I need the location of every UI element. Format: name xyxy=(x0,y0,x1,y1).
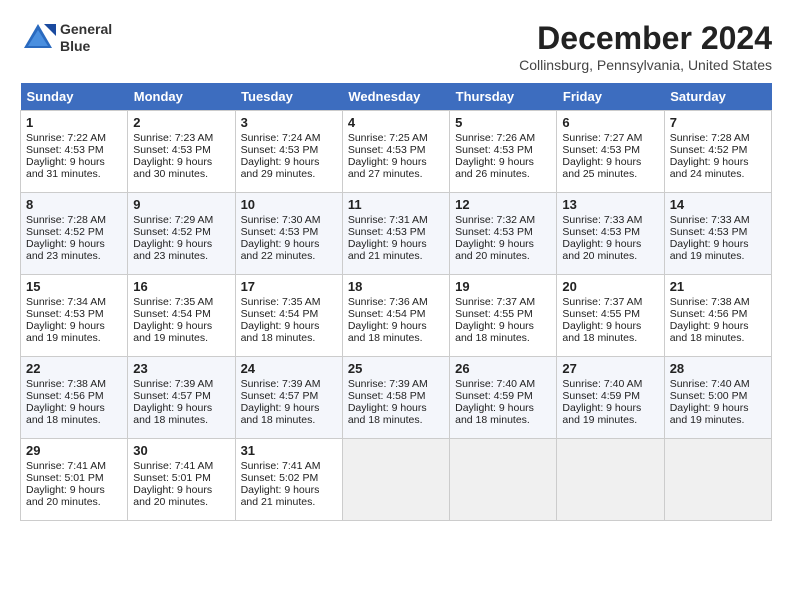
calendar-empty-cell xyxy=(664,439,771,521)
calendar-day-29: 29Sunrise: 7:41 AMSunset: 5:01 PMDayligh… xyxy=(21,439,128,521)
month-title: December 2024 xyxy=(519,20,772,57)
column-header-monday: Monday xyxy=(128,83,235,111)
calendar-day-24: 24Sunrise: 7:39 AMSunset: 4:57 PMDayligh… xyxy=(235,357,342,439)
calendar-week-4: 22Sunrise: 7:38 AMSunset: 4:56 PMDayligh… xyxy=(21,357,772,439)
calendar-day-26: 26Sunrise: 7:40 AMSunset: 4:59 PMDayligh… xyxy=(450,357,557,439)
calendar-week-2: 8Sunrise: 7:28 AMSunset: 4:52 PMDaylight… xyxy=(21,193,772,275)
calendar-day-7: 7Sunrise: 7:28 AMSunset: 4:52 PMDaylight… xyxy=(664,111,771,193)
calendar-day-19: 19Sunrise: 7:37 AMSunset: 4:55 PMDayligh… xyxy=(450,275,557,357)
calendar-day-14: 14Sunrise: 7:33 AMSunset: 4:53 PMDayligh… xyxy=(664,193,771,275)
column-header-saturday: Saturday xyxy=(664,83,771,111)
calendar-week-5: 29Sunrise: 7:41 AMSunset: 5:01 PMDayligh… xyxy=(21,439,772,521)
calendar-header-row: SundayMondayTuesdayWednesdayThursdayFrid… xyxy=(21,83,772,111)
logo: General Blue xyxy=(20,20,112,56)
logo-icon xyxy=(20,20,56,56)
calendar-day-31: 31Sunrise: 7:41 AMSunset: 5:02 PMDayligh… xyxy=(235,439,342,521)
calendar-day-9: 9Sunrise: 7:29 AMSunset: 4:52 PMDaylight… xyxy=(128,193,235,275)
calendar-day-21: 21Sunrise: 7:38 AMSunset: 4:56 PMDayligh… xyxy=(664,275,771,357)
calendar-day-18: 18Sunrise: 7:36 AMSunset: 4:54 PMDayligh… xyxy=(342,275,449,357)
calendar-empty-cell xyxy=(557,439,664,521)
header: General Blue December 2024 Collinsburg, … xyxy=(20,20,772,73)
logo-text: General Blue xyxy=(60,21,112,55)
calendar-day-1: 1Sunrise: 7:22 AMSunset: 4:53 PMDaylight… xyxy=(21,111,128,193)
column-header-thursday: Thursday xyxy=(450,83,557,111)
column-header-friday: Friday xyxy=(557,83,664,111)
column-header-sunday: Sunday xyxy=(21,83,128,111)
calendar-empty-cell xyxy=(342,439,449,521)
title-section: December 2024 Collinsburg, Pennsylvania,… xyxy=(519,20,772,73)
calendar-day-3: 3Sunrise: 7:24 AMSunset: 4:53 PMDaylight… xyxy=(235,111,342,193)
calendar-week-3: 15Sunrise: 7:34 AMSunset: 4:53 PMDayligh… xyxy=(21,275,772,357)
location-subtitle: Collinsburg, Pennsylvania, United States xyxy=(519,57,772,73)
calendar-day-17: 17Sunrise: 7:35 AMSunset: 4:54 PMDayligh… xyxy=(235,275,342,357)
calendar-day-15: 15Sunrise: 7:34 AMSunset: 4:53 PMDayligh… xyxy=(21,275,128,357)
calendar-day-10: 10Sunrise: 7:30 AMSunset: 4:53 PMDayligh… xyxy=(235,193,342,275)
calendar-day-27: 27Sunrise: 7:40 AMSunset: 4:59 PMDayligh… xyxy=(557,357,664,439)
calendar-day-16: 16Sunrise: 7:35 AMSunset: 4:54 PMDayligh… xyxy=(128,275,235,357)
calendar-body: 1Sunrise: 7:22 AMSunset: 4:53 PMDaylight… xyxy=(21,111,772,521)
calendar-day-20: 20Sunrise: 7:37 AMSunset: 4:55 PMDayligh… xyxy=(557,275,664,357)
calendar-week-1: 1Sunrise: 7:22 AMSunset: 4:53 PMDaylight… xyxy=(21,111,772,193)
calendar-day-28: 28Sunrise: 7:40 AMSunset: 5:00 PMDayligh… xyxy=(664,357,771,439)
calendar-day-22: 22Sunrise: 7:38 AMSunset: 4:56 PMDayligh… xyxy=(21,357,128,439)
calendar-table: SundayMondayTuesdayWednesdayThursdayFrid… xyxy=(20,83,772,521)
calendar-day-13: 13Sunrise: 7:33 AMSunset: 4:53 PMDayligh… xyxy=(557,193,664,275)
calendar-day-11: 11Sunrise: 7:31 AMSunset: 4:53 PMDayligh… xyxy=(342,193,449,275)
calendar-day-30: 30Sunrise: 7:41 AMSunset: 5:01 PMDayligh… xyxy=(128,439,235,521)
calendar-day-8: 8Sunrise: 7:28 AMSunset: 4:52 PMDaylight… xyxy=(21,193,128,275)
calendar-day-12: 12Sunrise: 7:32 AMSunset: 4:53 PMDayligh… xyxy=(450,193,557,275)
calendar-empty-cell xyxy=(450,439,557,521)
column-header-tuesday: Tuesday xyxy=(235,83,342,111)
column-header-wednesday: Wednesday xyxy=(342,83,449,111)
calendar-day-2: 2Sunrise: 7:23 AMSunset: 4:53 PMDaylight… xyxy=(128,111,235,193)
calendar-day-25: 25Sunrise: 7:39 AMSunset: 4:58 PMDayligh… xyxy=(342,357,449,439)
calendar-day-4: 4Sunrise: 7:25 AMSunset: 4:53 PMDaylight… xyxy=(342,111,449,193)
calendar-day-5: 5Sunrise: 7:26 AMSunset: 4:53 PMDaylight… xyxy=(450,111,557,193)
calendar-day-23: 23Sunrise: 7:39 AMSunset: 4:57 PMDayligh… xyxy=(128,357,235,439)
calendar-day-6: 6Sunrise: 7:27 AMSunset: 4:53 PMDaylight… xyxy=(557,111,664,193)
